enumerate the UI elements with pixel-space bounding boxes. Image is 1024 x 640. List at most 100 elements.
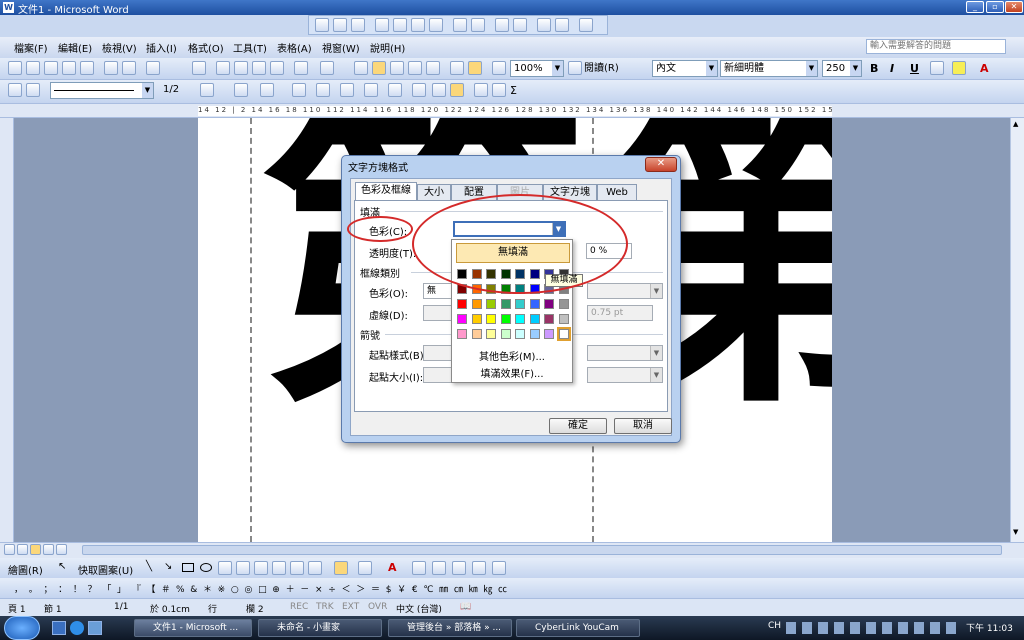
color-swatch[interactable]	[500, 299, 511, 309]
toolbar-icon[interactable]	[495, 18, 509, 32]
rectangle-icon[interactable]	[182, 563, 194, 572]
toolbar-icon[interactable]	[537, 18, 551, 32]
tab-size[interactable]: 大小	[417, 184, 451, 200]
color-swatch[interactable]	[457, 269, 467, 279]
text-box-frame[interactable]	[250, 118, 252, 542]
font-size-select[interactable]: 250 ▼	[822, 60, 862, 77]
toolbar-icon[interactable]	[340, 83, 354, 97]
excel-icon[interactable]	[408, 61, 422, 75]
tray-icons[interactable]	[786, 622, 956, 634]
text-box-icon[interactable]	[372, 61, 386, 75]
color-swatch[interactable]	[500, 314, 511, 324]
toolbar-icon[interactable]	[8, 83, 22, 97]
toolbar-icon[interactable]	[471, 18, 485, 32]
transparency-input[interactable]: 0 %	[586, 243, 632, 259]
diagram-icon[interactable]	[272, 561, 286, 575]
spelling-icon[interactable]	[146, 61, 160, 75]
color-swatch[interactable]	[486, 314, 496, 324]
toolbar-icon[interactable]	[315, 18, 329, 32]
hyperlink-icon[interactable]	[354, 61, 368, 75]
toolbar-icon[interactable]	[450, 83, 464, 97]
font-color-icon[interactable]: A	[388, 559, 397, 576]
color-swatch[interactable]	[529, 269, 540, 279]
color-swatch[interactable]	[529, 314, 540, 324]
dash-style-icon[interactable]	[432, 561, 446, 575]
color-swatch[interactable]	[471, 314, 482, 324]
fill-color-select[interactable]: ▼	[453, 221, 566, 237]
toolbar-icon[interactable]	[393, 18, 407, 32]
shading-icon[interactable]	[260, 83, 274, 97]
oval-icon[interactable]	[200, 563, 212, 572]
color-swatch[interactable]	[500, 329, 511, 339]
toolbar-icon[interactable]	[375, 18, 389, 32]
zoom-select[interactable]: 100% ▼	[510, 60, 564, 77]
border-icon[interactable]	[234, 83, 248, 97]
dialog-close-button[interactable]: ✕	[645, 157, 677, 172]
ok-button[interactable]: 確定	[549, 418, 607, 434]
print-preview-icon[interactable]	[122, 61, 136, 75]
input-language[interactable]: CH	[768, 621, 781, 631]
horizontal-scrollbar[interactable]	[0, 542, 1024, 558]
shadow-icon[interactable]	[472, 561, 486, 575]
toolbar-icon[interactable]	[555, 18, 569, 32]
vertical-scrollbar[interactable]: ▲ ▼	[1010, 118, 1024, 542]
outline-view-icon[interactable]	[43, 544, 54, 555]
web-view-icon[interactable]	[17, 544, 28, 555]
toolbar-icon[interactable]	[412, 83, 426, 97]
cut-icon[interactable]	[216, 61, 230, 75]
task-youcam[interactable]: CyberLink YouCam	[516, 619, 640, 637]
color-swatch[interactable]	[558, 299, 569, 309]
color-swatch[interactable]	[556, 327, 571, 341]
color-swatch[interactable]	[457, 314, 467, 324]
maximize-button[interactable]: ▫	[986, 1, 1004, 13]
toolbar-icon[interactable]	[513, 18, 527, 32]
toolbar-icon[interactable]	[474, 83, 488, 97]
new-document-icon[interactable]	[8, 61, 22, 75]
color-swatch[interactable]	[471, 329, 482, 339]
status-ovr[interactable]: OVR	[368, 602, 387, 612]
color-swatch[interactable]	[457, 284, 467, 294]
horizontal-ruler[interactable]: 14 12 | 2 14 16 18 110 112 114 116 118 1…	[0, 104, 1024, 118]
print-layout-icon[interactable]	[30, 544, 41, 555]
quick-launch-icon[interactable]	[52, 621, 66, 635]
picture-icon[interactable]	[308, 561, 322, 575]
font-select[interactable]: 新細明體 ▼	[720, 60, 818, 77]
undo-icon[interactable]	[294, 61, 308, 75]
save-icon[interactable]	[44, 61, 58, 75]
status-rec[interactable]: REC	[290, 602, 308, 612]
no-fill-option[interactable]: 無填滿	[456, 243, 570, 263]
color-swatch[interactable]	[486, 269, 496, 279]
tab-colors-lines[interactable]: 色彩及框線	[355, 182, 417, 201]
color-swatch[interactable]	[457, 299, 467, 309]
fill-color-icon[interactable]	[334, 561, 348, 575]
line-color-icon[interactable]	[200, 83, 214, 97]
clipart-icon[interactable]	[290, 561, 304, 575]
help-icon[interactable]	[568, 61, 582, 75]
task-paint[interactable]: 未命名 - 小畫家	[258, 619, 382, 637]
task-word[interactable]: 文件1 - Microsoft ...	[134, 619, 252, 637]
underline-button[interactable]: U	[910, 60, 919, 77]
menu-file[interactable]: 檔案(F)	[14, 40, 48, 55]
line-color-select[interactable]: 無	[423, 283, 453, 299]
columns-icon[interactable]	[426, 61, 440, 75]
open-folder-icon[interactable]	[26, 61, 40, 75]
sum-icon[interactable]: Σ	[510, 82, 517, 99]
menu-edit[interactable]: 編輯(E)	[58, 40, 92, 55]
select-objects-icon[interactable]: ↖	[58, 561, 66, 572]
chevron-down-icon[interactable]: ▼	[552, 223, 564, 235]
line-style-icon[interactable]	[412, 561, 426, 575]
toolbar-icon[interactable]	[316, 83, 330, 97]
fill-effects-option[interactable]: 填滿效果(F)...	[452, 365, 572, 380]
line-weight-select[interactable]: 1/2	[160, 82, 194, 99]
status-ext[interactable]: EXT	[342, 602, 359, 612]
help-search-input[interactable]: 輸入需要解答的問題	[866, 39, 1006, 54]
format-painter-icon[interactable]	[270, 61, 284, 75]
color-swatch[interactable]	[544, 329, 554, 339]
color-swatch[interactable]	[544, 314, 554, 324]
scroll-up-icon[interactable]: ▲	[1013, 120, 1018, 128]
arrow-style-icon[interactable]	[452, 561, 466, 575]
color-swatch[interactable]	[529, 329, 540, 339]
bold-button[interactable]: B	[870, 60, 878, 77]
start-button[interactable]	[4, 616, 40, 640]
normal-view-icon[interactable]	[4, 544, 15, 555]
